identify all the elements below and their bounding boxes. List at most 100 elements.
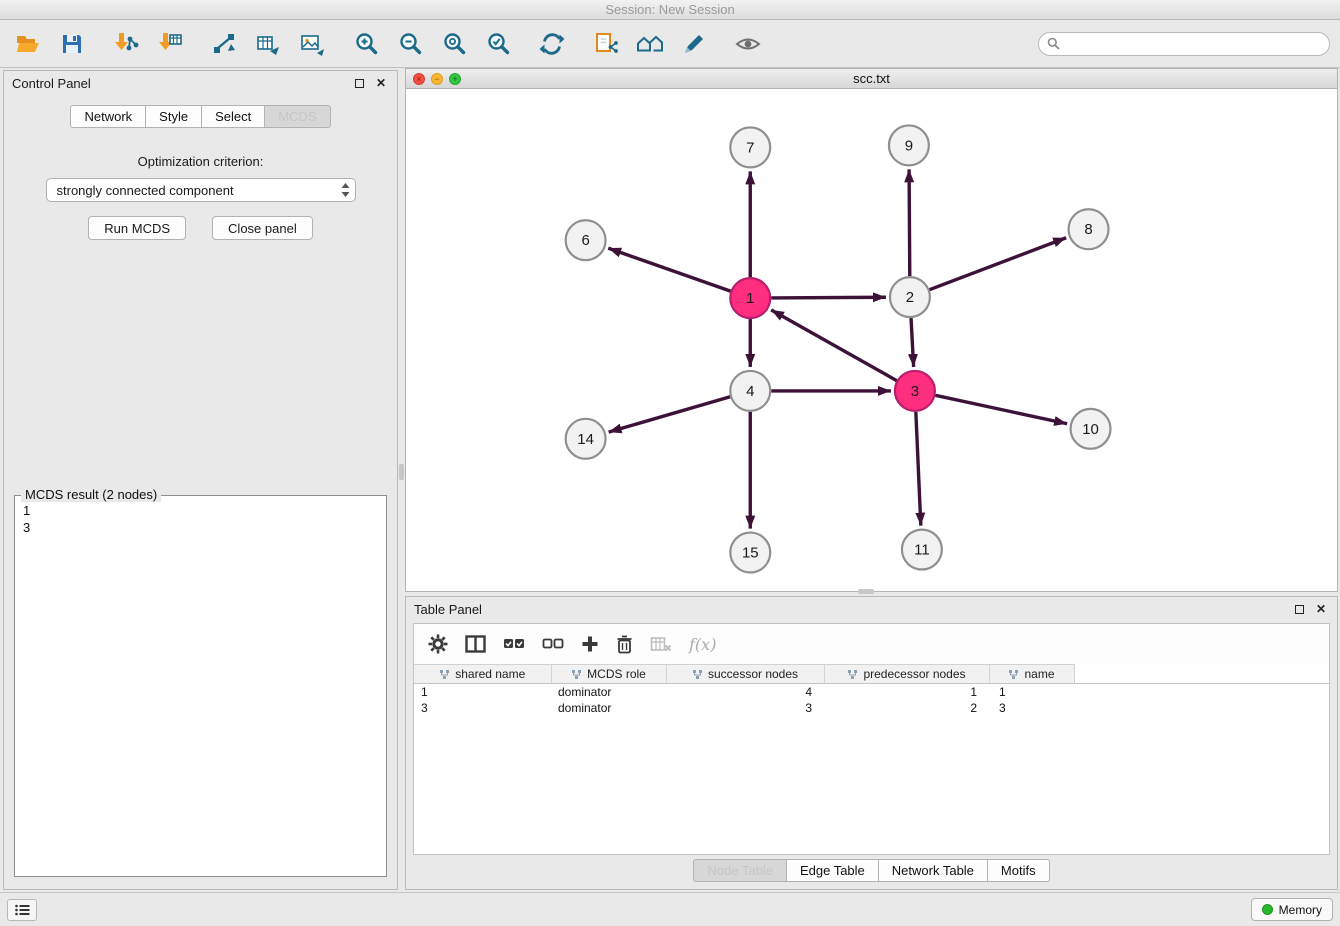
graph-node-4[interactable]: 4 — [730, 371, 770, 411]
houses-icon — [636, 31, 664, 57]
function-builder-button[interactable]: f(x) — [689, 635, 716, 654]
svg-text:3: 3 — [911, 383, 919, 400]
edge-3-to-10[interactable] — [935, 395, 1067, 423]
tab-motifs[interactable]: Motifs — [987, 859, 1050, 882]
tab-edge-table[interactable]: Edge Table — [786, 859, 879, 882]
select-all-icon — [503, 637, 525, 651]
optimization-criterion-label: Optimization criterion: — [4, 154, 397, 169]
graph-node-3[interactable]: 3 — [895, 371, 935, 411]
column-header-successor-nodes[interactable]: successor nodes — [666, 665, 824, 684]
table-cell: 1 — [414, 684, 551, 700]
vertical-splitter-handle[interactable] — [399, 464, 404, 480]
tab-style[interactable]: Style — [145, 105, 202, 128]
table-cell: 3 — [989, 700, 1074, 716]
graph-node-6[interactable]: 6 — [566, 220, 606, 260]
table-cell: 1 — [824, 684, 989, 700]
column-header-mcds-role[interactable]: MCDS role — [551, 665, 666, 684]
refresh-button[interactable] — [534, 26, 570, 62]
control-panel-close-button[interactable]: ✕ — [373, 75, 389, 91]
graph-node-11[interactable]: 11 — [902, 530, 942, 570]
table-settings-button[interactable] — [428, 634, 448, 654]
status-bar: Memory — [0, 892, 1340, 926]
new-table-button[interactable] — [250, 26, 286, 62]
table-panel-title: Table Panel — [414, 602, 1285, 617]
edge-2-to-8[interactable] — [930, 238, 1067, 290]
edge-3-to-1[interactable] — [771, 310, 897, 381]
graph-node-14[interactable]: 14 — [566, 419, 606, 459]
network-graph[interactable]: 7 9 6 8 1 2 4 3 14 10 15 11 — [406, 89, 1337, 591]
edge-1-to-6[interactable] — [608, 248, 730, 291]
memory-button[interactable]: Memory — [1251, 898, 1333, 921]
add-column-button[interactable] — [581, 635, 599, 653]
graph-node-2[interactable]: 2 — [890, 277, 930, 317]
window-controls: × − + — [413, 69, 461, 89]
window-close-button[interactable]: × — [413, 73, 425, 85]
table-cell: dominator — [551, 684, 666, 700]
graph-node-9[interactable]: 9 — [889, 125, 929, 165]
column-header-shared-name[interactable]: shared name — [414, 665, 551, 684]
node-table-body: 1dominator4113dominator323 — [414, 684, 1329, 716]
save-session-button[interactable] — [54, 26, 90, 62]
delete-table-button[interactable] — [650, 636, 672, 652]
graph-node-8[interactable]: 8 — [1069, 209, 1109, 249]
column-header-predecessor-nodes[interactable]: predecessor nodes — [824, 665, 989, 684]
control-panel-header: Control Panel ✕ — [4, 71, 397, 95]
export-image-button[interactable] — [294, 26, 330, 62]
criterion-dropdown[interactable]: strongly connected component — [46, 178, 356, 202]
apply-style-button[interactable] — [676, 26, 712, 62]
export-network-button[interactable] — [588, 26, 624, 62]
graph-node-7[interactable]: 7 — [730, 127, 770, 167]
deselect-all-rows-button[interactable] — [542, 637, 564, 651]
tab-mcds[interactable]: MCDS — [264, 105, 330, 128]
select-all-rows-button[interactable] — [503, 637, 525, 651]
task-history-button[interactable] — [7, 899, 37, 921]
save-floppy-icon — [60, 32, 84, 56]
svg-text:1: 1 — [746, 290, 754, 307]
run-mcds-button[interactable]: Run MCDS — [88, 216, 186, 240]
column-header-name[interactable]: name — [989, 665, 1074, 684]
window-maximize-button[interactable]: + — [449, 73, 461, 85]
new-network-button[interactable] — [206, 26, 242, 62]
window-minimize-button[interactable]: − — [431, 73, 443, 85]
table-panel-close-button[interactable]: ✕ — [1313, 601, 1329, 617]
edge-2-to-9[interactable] — [909, 169, 910, 276]
control-panel-float-button[interactable] — [351, 75, 367, 91]
open-session-button[interactable] — [10, 26, 46, 62]
table-row[interactable]: 1dominator411 — [414, 684, 1329, 700]
first-neighbors-button[interactable] — [632, 26, 668, 62]
import-table-button[interactable] — [152, 26, 188, 62]
table-panel-float-button[interactable] — [1291, 601, 1307, 617]
tab-network-table[interactable]: Network Table — [878, 859, 988, 882]
search-input[interactable] — [1065, 37, 1321, 51]
network-window-titlebar: × − + scc.txt — [406, 69, 1337, 89]
tab-network[interactable]: Network — [70, 105, 146, 128]
tab-node-table[interactable]: Node Table — [693, 859, 787, 882]
delete-column-button[interactable] — [616, 635, 633, 654]
table-arrow-icon — [255, 31, 281, 57]
edge-3-to-11[interactable] — [916, 412, 921, 526]
zoom-selected-button[interactable] — [480, 26, 516, 62]
show-column-panel-button[interactable] — [465, 635, 486, 653]
float-icon — [1295, 605, 1304, 614]
graph-node-1[interactable]: 1 — [730, 278, 770, 318]
edge-1-to-2[interactable] — [771, 297, 886, 298]
close-panel-button[interactable]: Close panel — [212, 216, 313, 240]
tab-select[interactable]: Select — [201, 105, 265, 128]
import-network-button[interactable] — [108, 26, 144, 62]
global-search-field[interactable] — [1038, 32, 1330, 56]
table-panel-header: Table Panel ✕ — [406, 597, 1337, 621]
mcds-result-box: MCDS result (2 nodes) 13 — [14, 495, 387, 877]
mcds-result-item: 3 — [23, 519, 378, 536]
show-hide-button[interactable] — [730, 26, 766, 62]
zoom-in-button[interactable] — [348, 26, 384, 62]
zoom-fit-button[interactable] — [436, 26, 472, 62]
table-row[interactable]: 3dominator323 — [414, 700, 1329, 716]
graph-node-10[interactable]: 10 — [1071, 409, 1111, 449]
edge-2-to-3[interactable] — [911, 318, 914, 367]
svg-text:14: 14 — [577, 431, 594, 448]
horizontal-splitter-handle[interactable] — [858, 589, 874, 594]
zoom-out-button[interactable] — [392, 26, 428, 62]
split-columns-icon — [465, 635, 486, 653]
edge-4-to-14[interactable] — [609, 397, 731, 432]
graph-node-15[interactable]: 15 — [730, 533, 770, 573]
